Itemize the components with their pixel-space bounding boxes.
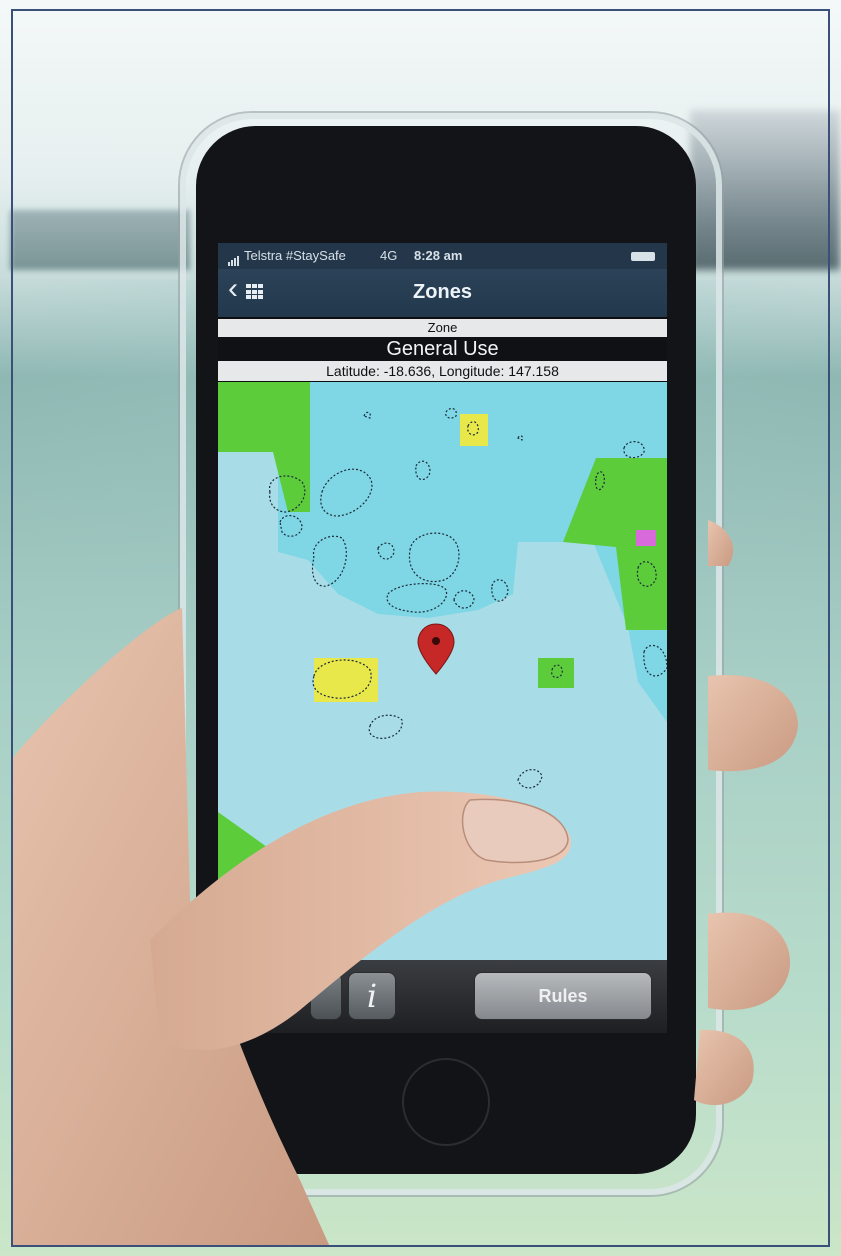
status-bar: Telstra #StaySafe 4G 8:28 am [218,243,667,269]
navigation-bar: ‹ Zones [218,269,667,317]
zone-name: General Use [218,337,667,361]
photo-background: Telstra #StaySafe 4G 8:28 am ‹ Zones Zon… [0,0,841,1256]
page-title: Zones [413,281,472,303]
battery-icon [631,252,655,261]
map-yellow-zone-center [314,658,378,702]
bottom-toolbar: i Rules [218,960,667,1033]
map-green-zone-small [538,658,574,688]
signal-icon [228,251,240,266]
network-type: 4G [380,248,398,263]
info-button[interactable]: i [348,972,396,1020]
zone-map[interactable] [218,382,667,960]
map-yellow-zone-top [460,414,488,446]
home-button[interactable] [402,1058,490,1146]
previous-button[interactable] [310,972,342,1020]
distant-shoreline [10,210,190,270]
phone-screen: Telstra #StaySafe 4G 8:28 am ‹ Zones Zon… [218,243,667,1033]
coordinates-readout: Latitude: -18.636, Longitude: 147.158 [218,361,667,381]
map-pink-zone [636,530,656,546]
rules-button[interactable]: Rules [474,972,652,1020]
zone-label: Zone [218,319,667,337]
carrier-name: Telstra #StaySafe [244,248,346,263]
status-time: 8:28 am [414,248,463,263]
